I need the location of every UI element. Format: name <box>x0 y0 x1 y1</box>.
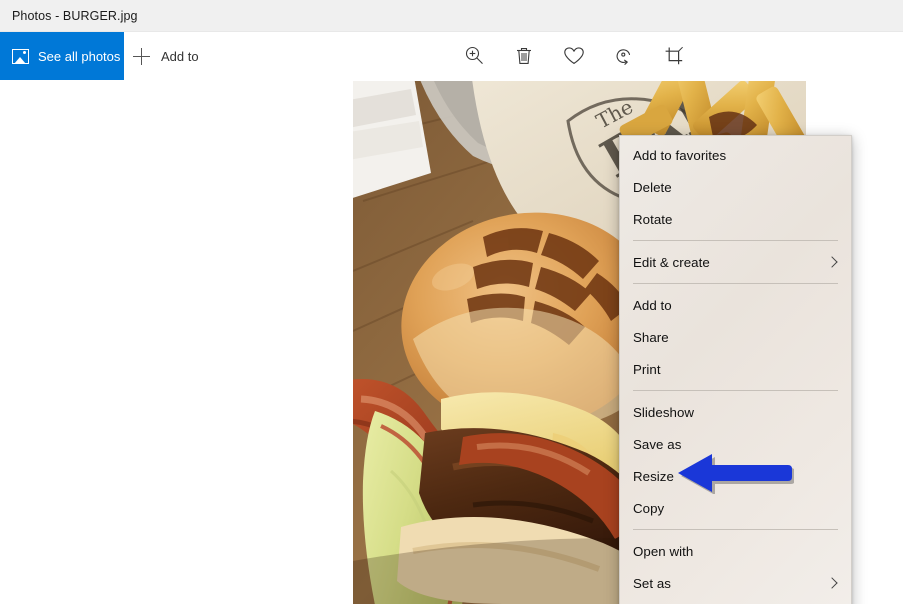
menu-item-label: Share <box>633 329 669 345</box>
title-bar: Photos - BURGER.jpg <box>0 0 903 32</box>
context-menu[interactable]: Add to favorites Delete Rotate Edit & cr… <box>619 135 852 604</box>
menu-item-label: Save as <box>633 436 682 452</box>
heart-icon <box>564 47 584 64</box>
photos-app-window: Photos - BURGER.jpg See all photos Add t… <box>0 0 903 604</box>
menu-separator <box>633 390 838 391</box>
menu-item-open-with[interactable]: Open with <box>620 535 851 567</box>
menu-separator <box>633 529 838 530</box>
menu-item-label: Add to <box>633 297 672 313</box>
menu-item-label: Add to favorites <box>633 147 727 163</box>
menu-item-label: Open with <box>633 543 694 559</box>
menu-item-label: Delete <box>633 179 672 195</box>
crop-icon <box>665 46 683 65</box>
menu-item-label: Rotate <box>633 211 673 227</box>
crop-button[interactable] <box>660 42 688 70</box>
menu-item-share[interactable]: Share <box>620 321 851 353</box>
photos-icon <box>12 48 29 64</box>
add-to-button[interactable]: Add to <box>133 32 199 80</box>
see-all-photos-button[interactable]: See all photos <box>0 32 124 80</box>
menu-item-label: Edit & create <box>633 254 710 270</box>
see-all-photos-label: See all photos <box>38 48 121 64</box>
toolbar-icon-group <box>460 32 688 80</box>
rotate-button[interactable] <box>610 42 638 70</box>
menu-item-save-as[interactable]: Save as <box>620 428 851 460</box>
menu-item-delete[interactable]: Delete <box>620 171 851 203</box>
menu-item-rotate[interactable]: Rotate <box>620 203 851 235</box>
menu-separator <box>633 283 838 284</box>
menu-item-label: Print <box>633 361 661 377</box>
menu-item-print[interactable]: Print <box>620 353 851 385</box>
menu-item-label: Set as <box>633 575 671 591</box>
zoom-in-button[interactable] <box>460 42 488 70</box>
menu-item-label: Slideshow <box>633 404 695 420</box>
rotate-icon <box>616 49 631 65</box>
menu-item-resize[interactable]: Resize <box>620 460 851 492</box>
menu-item-set-as[interactable]: Set as <box>620 567 851 599</box>
plus-icon <box>133 47 150 65</box>
chevron-right-icon <box>826 256 838 268</box>
menu-item-label: Resize <box>633 468 674 484</box>
menu-item-slideshow[interactable]: Slideshow <box>620 396 851 428</box>
delete-button[interactable] <box>510 42 538 70</box>
menu-item-add-to[interactable]: Add to <box>620 289 851 321</box>
add-to-label: Add to <box>161 48 199 64</box>
menu-item-copy[interactable]: Copy <box>620 492 851 524</box>
window-title: Photos - BURGER.jpg <box>12 8 138 23</box>
menu-item-edit-and-create[interactable]: Edit & create <box>620 246 851 278</box>
chevron-right-icon <box>826 577 838 589</box>
zoom-in-icon <box>465 46 483 64</box>
menu-item-add-to-favorites[interactable]: Add to favorites <box>620 139 851 171</box>
menu-item-label: Copy <box>633 500 665 516</box>
delete-icon <box>517 48 531 64</box>
favorite-button[interactable] <box>560 42 588 70</box>
command-bar: See all photos Add to <box>0 32 903 80</box>
menu-separator <box>633 240 838 241</box>
